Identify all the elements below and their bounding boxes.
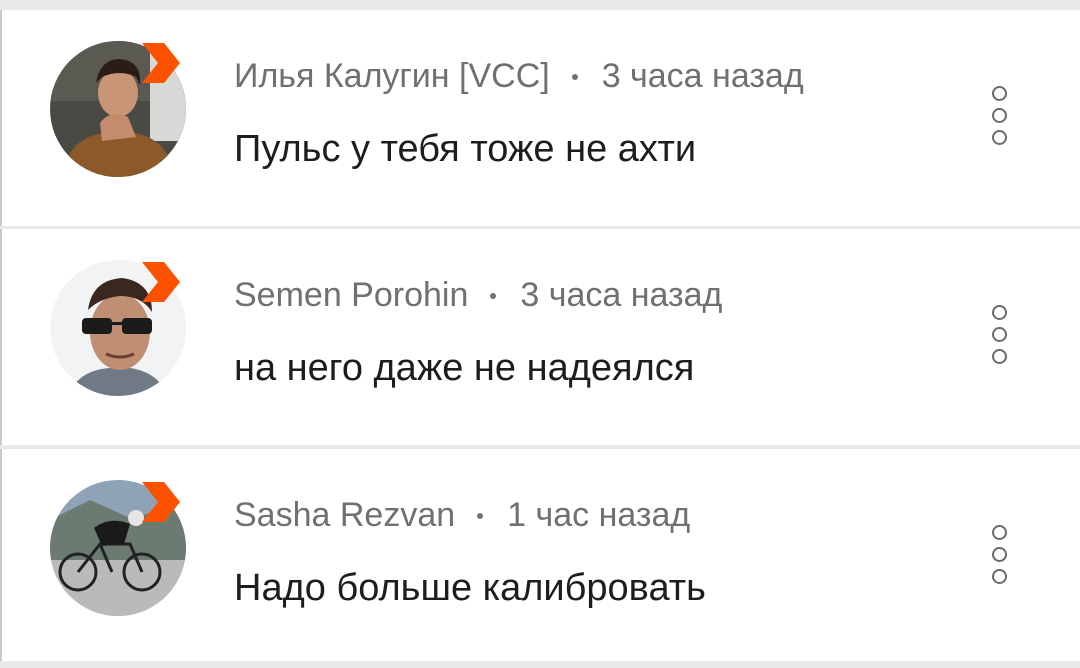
comment-list: Илья Калугин [VCC] 3 часа назад Пульс у … (0, 0, 1080, 668)
comment-item: Илья Калугин [VCC] 3 часа назад Пульс у … (0, 10, 1080, 226)
author-name[interactable]: Semen Porohin (234, 276, 468, 315)
comment-time: 3 часа назад (601, 56, 804, 95)
comment-time: 1 час назад (507, 495, 691, 534)
author-name[interactable]: Sasha Rezvan (234, 496, 455, 535)
comment-meta: Илья Калугин [VCC] 3 часа назад (234, 56, 804, 96)
comment-meta: Sasha Rezvan 1 час назад (234, 495, 690, 535)
strava-badge-icon (142, 262, 180, 302)
separator-dot (490, 293, 497, 299)
strava-badge-icon (142, 43, 180, 83)
author-name[interactable]: Илья Калугин [VCC] (234, 57, 550, 96)
more-vertical-icon[interactable] (984, 525, 1014, 591)
comment-meta: Semen Porohin 3 часа назад (234, 275, 722, 315)
avatar-wrap[interactable] (50, 41, 186, 177)
more-vertical-icon[interactable] (984, 86, 1014, 152)
separator-dot (477, 513, 484, 519)
strava-badge-icon (142, 482, 180, 522)
comment-time: 3 часа назад (520, 275, 723, 314)
avatar-wrap[interactable] (50, 480, 186, 616)
separator-dot (571, 74, 578, 80)
more-vertical-icon[interactable] (984, 305, 1014, 371)
comment-text: на него даже не надеялся (234, 347, 695, 389)
comment-item: Sasha Rezvan 1 час назад Надо больше кал… (0, 449, 1080, 661)
comment-text: Пульс у тебя тоже не ахти (234, 128, 697, 170)
avatar-wrap[interactable] (50, 260, 186, 396)
comment-item: Semen Porohin 3 часа назад на него даже … (0, 229, 1080, 445)
comment-text: Надо больше калибровать (234, 567, 706, 609)
